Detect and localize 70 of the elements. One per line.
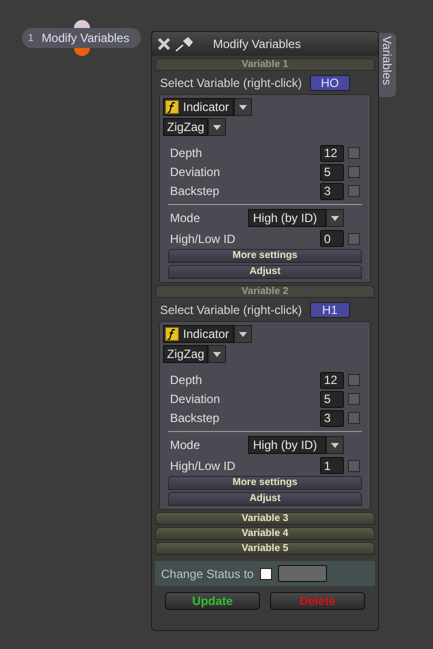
close-icon[interactable] xyxy=(157,37,171,51)
checkbox[interactable] xyxy=(348,460,360,472)
function-icon xyxy=(165,327,179,341)
dropdown-button[interactable] xyxy=(208,118,226,136)
dropdown-button[interactable] xyxy=(234,325,252,343)
section-header[interactable]: Variable 3 xyxy=(155,512,375,525)
caret-icon xyxy=(213,124,222,130)
canvas-node[interactable]: 1 Modify Variables xyxy=(22,28,141,48)
high-low-id-field[interactable]: 0 xyxy=(320,230,344,247)
high-low-id-label: High/Low ID xyxy=(170,458,236,474)
caret-icon xyxy=(239,332,248,336)
select-variable-label: Select Variable (right-click) xyxy=(160,302,302,319)
adjust-button[interactable]: Adjust xyxy=(168,492,362,506)
caret-icon xyxy=(331,216,339,220)
input-port-icon xyxy=(74,20,90,28)
high-low-id-field[interactable]: 1 xyxy=(320,457,344,474)
variable-name-field[interactable]: H1 xyxy=(310,302,350,318)
parameter-label: Backstep xyxy=(170,410,220,427)
study-dropdown[interactable]: ZigZag xyxy=(163,345,208,363)
parameter-label: Backstep xyxy=(170,183,220,200)
mode-label: Mode xyxy=(170,437,202,454)
mode-label: Mode xyxy=(170,210,202,227)
checkbox[interactable] xyxy=(348,185,360,197)
parameter-field[interactable]: 12 xyxy=(320,372,344,388)
parameter-field[interactable]: 12 xyxy=(320,144,344,162)
parameter-label: Depth xyxy=(170,145,204,162)
checkbox[interactable] xyxy=(348,393,360,405)
checkbox[interactable] xyxy=(348,147,360,159)
caret-icon xyxy=(331,442,339,448)
adjust-button[interactable]: Adjust xyxy=(168,265,362,279)
parameter-label: Deviation xyxy=(170,164,222,181)
dropdown-button[interactable] xyxy=(326,436,344,454)
high-low-id-label: High/Low ID xyxy=(170,230,236,248)
node-label: Modify Variables xyxy=(42,30,130,47)
mode-dropdown[interactable]: High (by ID) xyxy=(248,436,326,454)
status-field[interactable] xyxy=(278,565,327,582)
parameter-field[interactable]: 3 xyxy=(320,182,344,200)
side-tab[interactable]: Variables xyxy=(378,33,396,97)
checkbox[interactable] xyxy=(348,374,360,386)
parameter-field[interactable]: 5 xyxy=(320,390,344,408)
dropdown-button[interactable] xyxy=(234,98,252,116)
source-dropdown[interactable]: Indicator xyxy=(163,98,234,116)
parameter-field[interactable]: 5 xyxy=(320,164,344,180)
parameter-field[interactable]: 3 xyxy=(320,410,344,426)
section-header[interactable]: Variable 4 xyxy=(155,527,375,540)
dropdown-button[interactable] xyxy=(326,209,344,227)
parameter-label: Deviation xyxy=(170,391,222,408)
pin-icon[interactable] xyxy=(175,36,195,52)
update-button[interactable]: Update xyxy=(165,592,260,610)
more-settings-button[interactable]: More settings xyxy=(168,249,362,263)
select-variable-label: Select Variable (right-click) xyxy=(160,75,302,92)
source-dropdown[interactable]: Indicator xyxy=(163,325,234,343)
study-dropdown[interactable]: ZigZag xyxy=(163,118,208,136)
caret-icon xyxy=(239,104,248,110)
output-port-icon xyxy=(74,48,90,56)
status-checkbox[interactable] xyxy=(260,568,272,580)
checkbox[interactable] xyxy=(348,166,360,178)
checkbox[interactable] xyxy=(348,232,360,244)
parameter-label: Depth xyxy=(170,372,204,389)
caret-icon xyxy=(213,352,222,356)
more-settings-button[interactable]: More settings xyxy=(168,476,362,490)
dropdown-button[interactable] xyxy=(208,345,226,363)
window-title: Modify Variables xyxy=(213,36,301,53)
function-icon xyxy=(165,100,179,114)
change-status-label: Change Status to xyxy=(161,566,254,582)
section-header[interactable]: Variable 5 xyxy=(155,542,375,555)
checkbox[interactable] xyxy=(348,412,360,424)
variable-name-field[interactable]: HO xyxy=(310,75,350,91)
mode-dropdown[interactable]: High (by ID) xyxy=(248,209,326,227)
node-number: 1 xyxy=(28,32,34,46)
